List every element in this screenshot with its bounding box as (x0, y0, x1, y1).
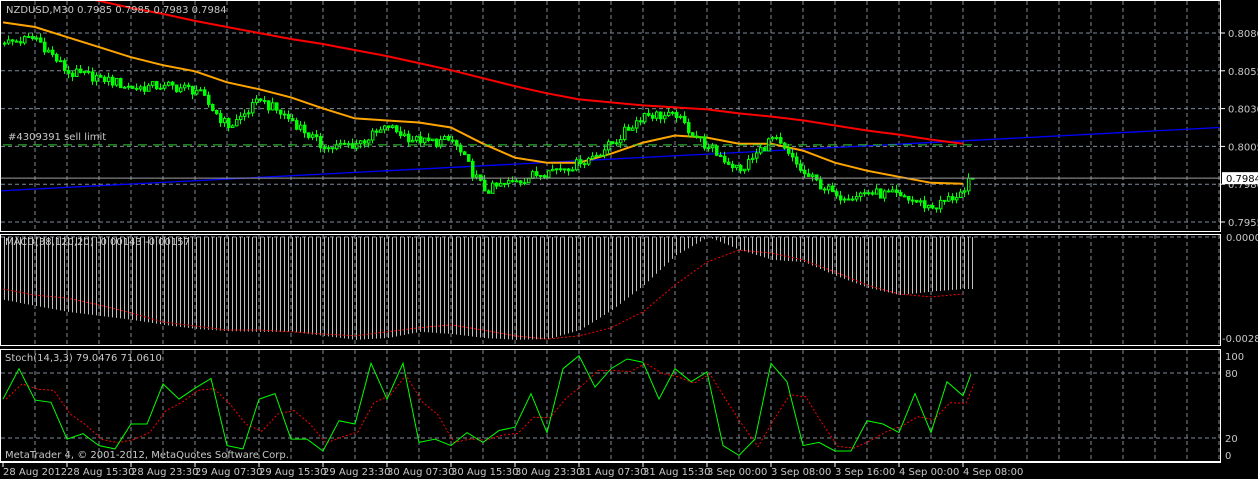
stoch-axis-20: 20 (1225, 434, 1238, 445)
time-axis-label: 29 Aug 15:30 (259, 467, 326, 478)
price-axis-label: 0.7955 (1228, 218, 1258, 229)
current-price-marker: 0.7984 (1222, 172, 1258, 185)
price-axis-label: 0.8055 (1228, 67, 1258, 78)
macd-axis-bottom: -0.00289 (1222, 334, 1258, 345)
time-axis-label: 30 Aug 15:30 (451, 467, 518, 478)
stoch-label: Stoch(14,3,3) 79.0476 71.0610 (5, 353, 162, 364)
candle (23, 35, 27, 45)
stoch-axis-0: 0 (1225, 451, 1231, 462)
copyright-text: MetaTrader 4, © 2001-2012, MetaQuotes So… (5, 450, 289, 461)
time-axis-label: 29 Aug 23:30 (323, 467, 390, 478)
candle (155, 80, 159, 90)
time-axis-label: 3 Sep 16:00 (835, 467, 895, 478)
candle (467, 154, 471, 162)
candle (783, 141, 787, 150)
time-axis-label: 30 Aug 07:30 (387, 467, 454, 478)
candle (879, 188, 883, 199)
candle (575, 157, 579, 172)
time-axis-label: 28 Aug 2012 (3, 467, 67, 478)
candle (715, 144, 719, 157)
time-axis-label: 29 Aug 07:30 (195, 467, 262, 478)
candle (175, 84, 179, 93)
candle (215, 109, 219, 115)
order-label[interactable]: #4309391 sell limit (8, 132, 106, 143)
metatrader-chart[interactable]: NZDUSD,M30 0.7985 0.7985 0.7983 0.7984 #… (0, 0, 1258, 479)
price-axis-label: 0.8030 (1228, 105, 1258, 116)
candle (55, 52, 59, 63)
time-axis-label: 4 Sep 08:00 (963, 467, 1023, 478)
candle (119, 77, 123, 89)
candle (431, 138, 435, 142)
price-axis-label: 0.8005 (1228, 142, 1258, 153)
candle (435, 138, 439, 149)
price-axis-label: 0.8080 (1228, 29, 1258, 40)
candle (131, 85, 135, 90)
candle (763, 147, 767, 152)
time-axis-label: 4 Sep 00:00 (899, 467, 959, 478)
stoch-axis-80: 80 (1225, 369, 1238, 380)
candle (115, 77, 119, 87)
time-axis-label: 30 Aug 23:30 (515, 467, 582, 478)
candle (611, 141, 615, 145)
time-axis-label: 3 Sep 00:00 (707, 467, 767, 478)
symbol-header: NZDUSD,M30 0.7985 0.7985 0.7983 0.7984 (6, 5, 227, 16)
current-price-label: 0.7984 (1226, 174, 1258, 185)
candle (211, 103, 215, 112)
candle (547, 169, 551, 179)
candle (167, 80, 171, 87)
time-axis-label: 28 Aug 23:30 (131, 467, 198, 478)
time-axis-label: 28 Aug 15:30 (67, 467, 134, 478)
macd-label: MACD(38,120,20) -0.00143 -0.00157 (5, 237, 190, 248)
stoch-axis-100: 100 (1225, 352, 1244, 363)
candle (691, 132, 695, 138)
time-axis-label: 31 Aug 07:30 (579, 467, 646, 478)
time-axis-label: 31 Aug 15:30 (643, 467, 710, 478)
time-axis-label: 3 Sep 08:00 (771, 467, 831, 478)
macd-axis-top: 0.00006 (1226, 233, 1258, 244)
